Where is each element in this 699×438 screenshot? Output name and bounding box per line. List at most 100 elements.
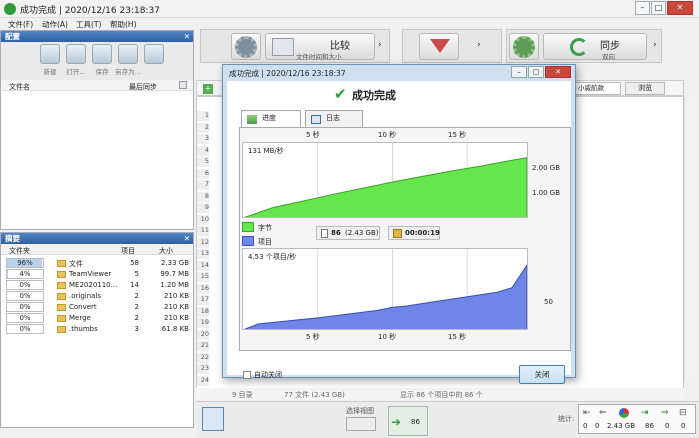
overview-column-header: 文件夹 项目 大小 [1,244,193,255]
dialog-minimize-button[interactable]: – [511,66,527,78]
dialog-close-button[interactable]: 关闭 [519,365,565,384]
tab-progress[interactable]: 进度 [241,110,301,128]
view-mode-select[interactable]: 小威航款 [575,82,621,95]
tab-log[interactable]: 日志 [305,110,363,127]
config-panel-header: 配置 ✕ [1,31,193,42]
pending-sync-button[interactable]: ➜ 86 [388,406,428,436]
folder-icon [57,315,66,322]
save-as-config-button[interactable]: 另存为... [115,44,141,78]
time-tick-5-bottom: 5 秒 [306,333,320,341]
vertical-scrollbar[interactable] [684,96,696,382]
chevron-right-icon[interactable]: › [653,40,657,50]
time-tick-15-bottom: 15 秒 [448,333,467,341]
stat-zero-c: 0 [665,422,670,430]
folder-name: Merge [69,314,91,322]
percent-label: 0% [19,281,31,289]
maximize-button[interactable]: □ [651,1,666,15]
overview-col-size[interactable]: 大小 [159,246,173,256]
dialog-close-x-button[interactable]: ✕ [545,66,571,78]
config-col-name[interactable]: 文件名 [9,82,30,92]
browse-button[interactable]: 浏览 [625,82,665,95]
row-number: 22 [197,352,209,363]
stats-label: 统计: [558,415,575,423]
close-icon[interactable]: ✕ [184,233,190,244]
row-number: 5 [197,157,209,167]
sync-settings-button[interactable] [509,33,539,60]
items-tick-50: 50 [544,298,553,306]
overview-row[interactable]: 0% ME2020110... 14 1.20 MB [1,280,193,291]
save-as-label: 另存为... [115,68,141,76]
compare-button[interactable]: 比较 文件时间和大小 [265,33,375,61]
menu-action[interactable]: 动作(A) [42,19,68,30]
percent-label: 0% [19,314,31,322]
time-tick-10: 10 秒 [378,131,397,139]
chevron-right-icon[interactable]: › [378,40,382,50]
bytes-rate-label: 131 MB/秒 [248,147,284,155]
percent-box: 0% [6,280,44,290]
overview-row[interactable]: 0% Convert 2 210 KB [1,302,193,313]
percent-label: 0% [19,292,31,300]
menu-help[interactable]: 帮助(H) [110,19,137,30]
filter-button[interactable] [419,33,459,60]
row-number: 4 [197,145,209,156]
overview-row[interactable]: 4% TeamViewer 5 99.7 MB [1,269,193,280]
app-icon [4,3,16,15]
compare-label: 比较 [330,41,350,52]
create-right-icon: ⇥ [641,408,649,418]
delete-config-button[interactable] [141,44,167,78]
close-window-button[interactable]: ✕ [667,1,693,15]
menu-tools[interactable]: 工具(T) [76,19,101,30]
close-icon[interactable]: ✕ [184,31,190,42]
config-col-toggle[interactable] [179,81,187,89]
file-icon [321,229,328,238]
status-bar: 9 目录 77 文件 (2.43 GB) 显示 86 个项目中的 86 个 [196,388,684,400]
dialog-title: 成功完成 | 2020/12/16 23:18:37 [229,69,346,78]
overview-row[interactable]: 0% .originals 2 210 KB [1,291,193,302]
config-col-last-sync[interactable]: 最后同步 [129,82,157,92]
overview-row[interactable]: 0% Merge 2 210 KB [1,313,193,324]
new-label: 新建 [43,68,57,76]
percent-box: 0% [6,313,44,323]
sync-icon [570,38,588,56]
sync-button[interactable]: 同步 双向 [543,33,647,61]
items-rate-label: 4.53 个项目/秒 [248,253,297,261]
save-label: 保存 [95,68,109,76]
stat-zero-d: 0 [681,422,686,430]
percent-box: 0% [6,291,44,301]
item-count: 5 [134,270,139,278]
open-config-button[interactable]: 打开... [63,44,89,78]
overview-row[interactable]: 96% 文件 58 2.33 GB [1,258,193,269]
row-number: 14 [197,260,209,271]
auto-close-label: 自动关闭 [254,371,282,379]
time-tick-5: 5 秒 [306,131,320,139]
overview-col-folder[interactable]: 文件夹 [9,246,30,256]
tab-log-label: 日志 [326,114,340,122]
chevron-right-icon[interactable]: › [477,40,481,50]
view-toggle-button[interactable] [346,417,376,431]
overview-col-items[interactable]: 项目 [121,246,135,256]
config-panel-title: 配置 [5,32,20,41]
time-tick-10-bottom: 10 秒 [378,333,397,341]
status-shown-count: 显示 86 个项目中的 86 个 [400,391,483,399]
compare-settings-button[interactable] [231,33,261,60]
row-number: 6 [197,168,209,179]
list-view-icon[interactable] [202,407,224,431]
pending-count: 86 [411,418,420,426]
row-number-column: 1 2 3 4 5 6 7 8 9 10 11 12 13 14 15 16 17 18 19 20 21 22 23 24 [197,111,209,391]
dialog-maximize-button[interactable]: □ [528,66,544,78]
row-number: 1 [197,111,209,121]
auto-close-checkbox[interactable]: 自动关闭 [243,370,282,380]
overview-panel-title: 摘要 [5,234,20,243]
add-pair-icon[interactable]: + [203,84,213,94]
folder-name: TeamViewer [69,270,112,278]
compare-variant: 文件时间和大小 [296,53,342,61]
folder-icon [57,282,66,289]
menu-file[interactable]: 文件(F) [8,19,33,30]
folder-size: 210 KB [164,314,189,322]
save-config-button[interactable]: 保存 [89,44,115,78]
overview-row[interactable]: 0% .thumbs 3 61.8 KB [1,324,193,335]
item-count: 2 [134,292,139,300]
new-config-button[interactable]: 新建 [37,44,63,78]
minimize-button[interactable]: – [635,1,650,15]
window-title: 成功完成 | 2020/12/16 23:18:37 [20,6,160,16]
